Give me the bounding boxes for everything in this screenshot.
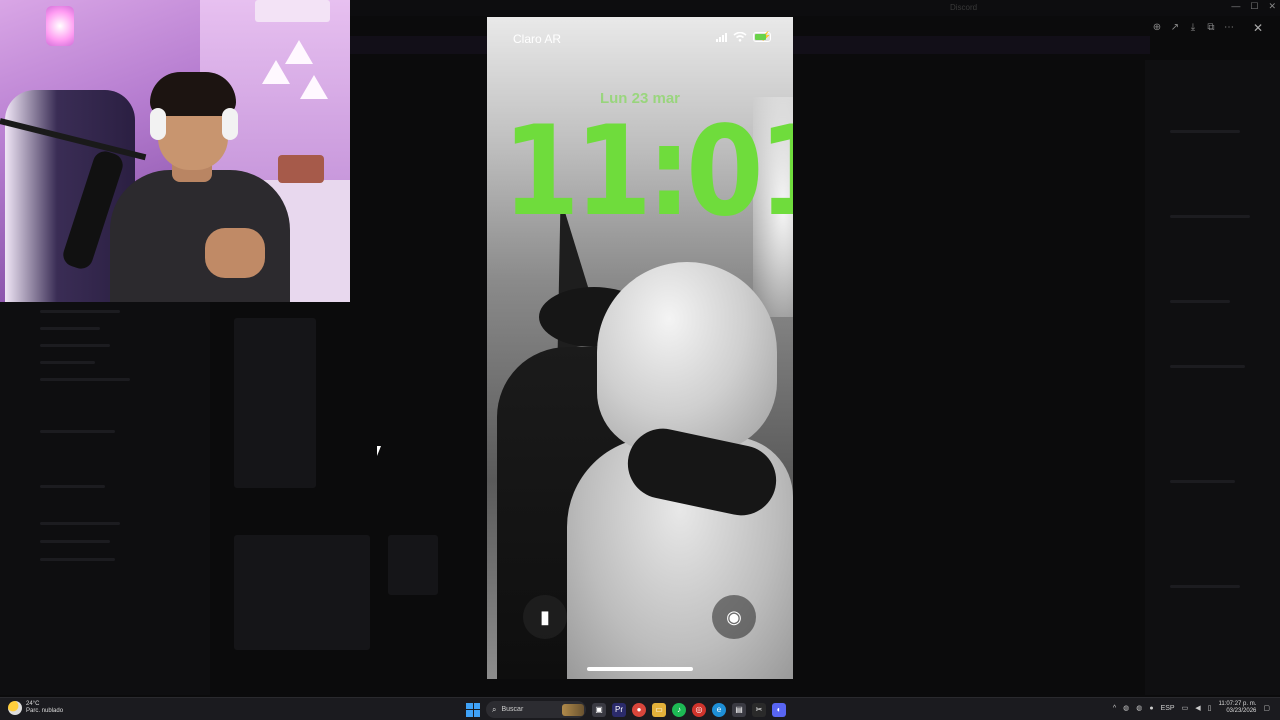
- background-image-card: [234, 318, 316, 488]
- channel-item: [40, 558, 115, 561]
- taskbar-date: 03/23/2026: [1226, 708, 1257, 714]
- carrier-name: Claro AR: [513, 32, 562, 46]
- taskbar-center: ⌕ Buscar ▣ Pr ● ▭ ♪ ◎ e ▤ ✂ ◐: [466, 701, 786, 718]
- channel-item: [40, 310, 120, 313]
- search-placeholder: Buscar: [501, 706, 524, 713]
- channel-item: [40, 485, 105, 488]
- store-icon[interactable]: ▤: [732, 702, 746, 717]
- member-item: [1170, 480, 1235, 483]
- window-close-button[interactable]: ✕: [1268, 1, 1276, 12]
- channel-item: [40, 344, 110, 347]
- discord-icon[interactable]: ◐: [772, 702, 786, 717]
- mouse-cursor: [377, 446, 381, 456]
- channel-item: [40, 540, 110, 543]
- channel-item: [40, 361, 95, 364]
- start-button[interactable]: [466, 702, 480, 717]
- wallpaper-blonde-figure: [597, 262, 777, 452]
- tray-app-icon[interactable]: ◍: [1123, 704, 1129, 712]
- webcam-speaker: [278, 155, 324, 183]
- tray-app-icon[interactable]: ◍: [1136, 704, 1142, 712]
- webcam-headphone-right: [222, 108, 238, 140]
- background-image-card: [234, 535, 370, 650]
- battery-tray-icon[interactable]: ▯: [1208, 704, 1212, 712]
- spotify-icon[interactable]: ♪: [672, 702, 686, 717]
- webcam-air-conditioner: [255, 0, 330, 22]
- obs-icon[interactable]: ◎: [692, 702, 706, 717]
- weather-text: 24°C Parc. nublado: [26, 701, 63, 715]
- background-image-card: [388, 535, 438, 595]
- notification-icon[interactable]: ▢: [1263, 704, 1270, 712]
- zoom-icon[interactable]: ⊕: [1150, 21, 1164, 35]
- file-explorer-icon[interactable]: ▭: [652, 702, 666, 717]
- volume-icon[interactable]: ◀: [1195, 704, 1200, 712]
- language-indicator[interactable]: ESP: [1161, 705, 1175, 712]
- more-icon[interactable]: ⋯: [1222, 21, 1236, 35]
- member-item: [1170, 215, 1250, 218]
- task-view-icon[interactable]: ▣: [592, 702, 606, 717]
- channel-item: [40, 327, 100, 330]
- background-app-title: Discord: [950, 3, 978, 12]
- webcam-person-body: [110, 170, 290, 302]
- premiere-icon[interactable]: Pr: [612, 702, 626, 717]
- system-tray: ^ ◍ ◍ ● ESP ▭ ◀ ▯ 11:07:27 p. m. 03/23/2…: [1113, 701, 1270, 715]
- taskbar-time: 11:07:27 p. m.: [1218, 701, 1257, 707]
- flashlight-icon[interactable]: ▮: [523, 595, 567, 639]
- network-icon[interactable]: ▭: [1182, 704, 1189, 712]
- webcam-lamp: [46, 6, 74, 46]
- member-item: [1170, 130, 1240, 133]
- phone-status-icons: ⚡: [716, 31, 772, 42]
- webcam-person-hands: [205, 228, 265, 278]
- channel-item: [40, 430, 115, 433]
- windows-taskbar: 24°C Parc. nublado ⌕ Buscar ▣ Pr ● ▭ ♪ ◎…: [0, 697, 1280, 720]
- background-member-list: [1145, 60, 1280, 695]
- image-viewer-toolbar: ⊕ ↗ ⤓ ⧉ ⋯: [1150, 20, 1242, 36]
- battery-icon: ⚡: [753, 31, 772, 42]
- charging-bolt-icon: ⚡: [760, 31, 772, 41]
- home-indicator[interactable]: [587, 667, 693, 671]
- member-item: [1170, 585, 1240, 588]
- camera-icon[interactable]: ◉: [712, 595, 756, 639]
- weather-temp: 24°C: [26, 701, 40, 707]
- weather-condition: Parc. nublado: [26, 708, 64, 714]
- weather-widget[interactable]: 24°C Parc. nublado: [8, 701, 63, 715]
- webcam-wall-light: [300, 75, 328, 99]
- wifi-icon: [733, 32, 747, 42]
- capcut-icon[interactable]: ✂: [752, 702, 766, 717]
- edge-icon[interactable]: e: [712, 702, 726, 717]
- taskbar-clock[interactable]: 11:07:27 p. m. 03/23/2026: [1218, 701, 1256, 715]
- tray-overflow-icon[interactable]: ^: [1113, 705, 1116, 712]
- taskbar-search[interactable]: ⌕ Buscar: [486, 701, 586, 718]
- search-highlight-image: [562, 703, 584, 716]
- webcam-overlay: [0, 0, 350, 302]
- download-icon[interactable]: ⤓: [1186, 21, 1200, 35]
- channel-item: [40, 522, 120, 525]
- chrome-icon[interactable]: ●: [632, 702, 646, 717]
- background-channel-list: [0, 300, 210, 695]
- background-titlebar: Discord: [350, 0, 1280, 16]
- lockscreen-clock: 11:01: [502, 100, 793, 244]
- webcam-wall-light: [285, 40, 313, 64]
- share-icon[interactable]: ↗: [1168, 21, 1182, 35]
- window-controls: — ☐ ✕: [1231, 1, 1276, 12]
- open-external-icon[interactable]: ⧉: [1204, 21, 1218, 35]
- signal-icon: [716, 32, 727, 42]
- partly-cloudy-icon: [8, 701, 22, 715]
- minimize-button[interactable]: —: [1231, 1, 1240, 12]
- search-icon: ⌕: [492, 704, 497, 714]
- webcam-headphone-left: [150, 108, 166, 140]
- close-viewer-button[interactable]: ✕: [1250, 20, 1266, 36]
- channel-item: [40, 378, 130, 381]
- member-item: [1170, 300, 1230, 303]
- microphone-icon[interactable]: ●: [1149, 705, 1153, 712]
- maximize-button[interactable]: ☐: [1250, 1, 1258, 12]
- phone-lockscreen-image: Claro AR ⚡ Lun 23 mar 11:01 ▮ ◉: [487, 17, 793, 679]
- member-item: [1170, 365, 1245, 368]
